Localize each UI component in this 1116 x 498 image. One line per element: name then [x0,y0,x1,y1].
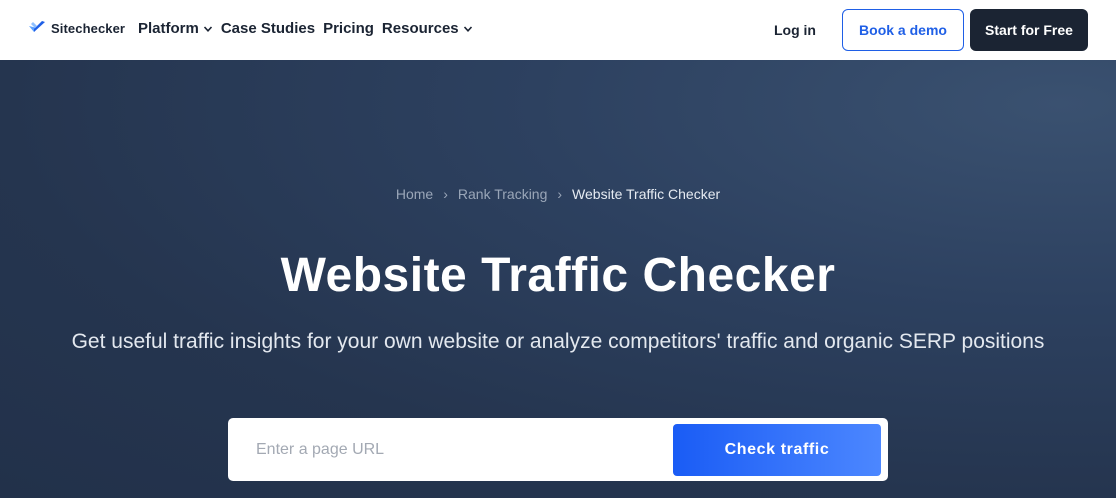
page-title: Website Traffic Checker [280,249,836,302]
logo[interactable]: Sitechecker [28,19,125,37]
nav-item-platform[interactable]: Platform [138,20,213,37]
nav-item-label: Resources [381,20,459,37]
sitechecker-logo-icon [29,21,45,32]
book-demo-button[interactable]: Book a demo [842,9,964,51]
nav-item-label: Platform [138,20,199,37]
chevron-right-icon: › [557,186,563,202]
chevron-right-icon: › [443,186,448,202]
nav-item-case-studies[interactable]: Case Studies [221,20,315,37]
hero-section: Home › Rank Tracking › Website Traffic C… [0,60,1116,498]
start-free-button[interactable]: Start for Free [970,9,1088,51]
site-header: Sitechecker Platform Case Studies Pricin… [0,0,1116,60]
url-input[interactable] [256,418,676,481]
nav-item-pricing[interactable]: Pricing [323,20,374,37]
nav-item-label: Case Studies [220,20,316,37]
check-traffic-button[interactable]: Check traffic [673,424,881,476]
logo-text: Sitechecker [51,20,126,36]
breadcrumb-rank-tracking[interactable]: Rank Tracking [458,186,547,202]
chevron-down-icon [203,25,212,32]
breadcrumb: Home › Rank Tracking › Website Traffic C… [0,186,1116,202]
main-nav: Platform Case Studies Pricing Resources [138,20,481,37]
chevron-down-icon [463,25,472,32]
nav-item-label: Pricing [323,20,374,37]
page-subtitle: Get useful traffic insights for your own… [71,330,1045,353]
login-link[interactable]: Log in [774,22,816,38]
breadcrumb-current: Website Traffic Checker [572,186,721,202]
nav-item-resources[interactable]: Resources [382,20,473,37]
url-search-form: Check traffic [228,418,888,481]
breadcrumb-home[interactable]: Home [396,186,433,202]
